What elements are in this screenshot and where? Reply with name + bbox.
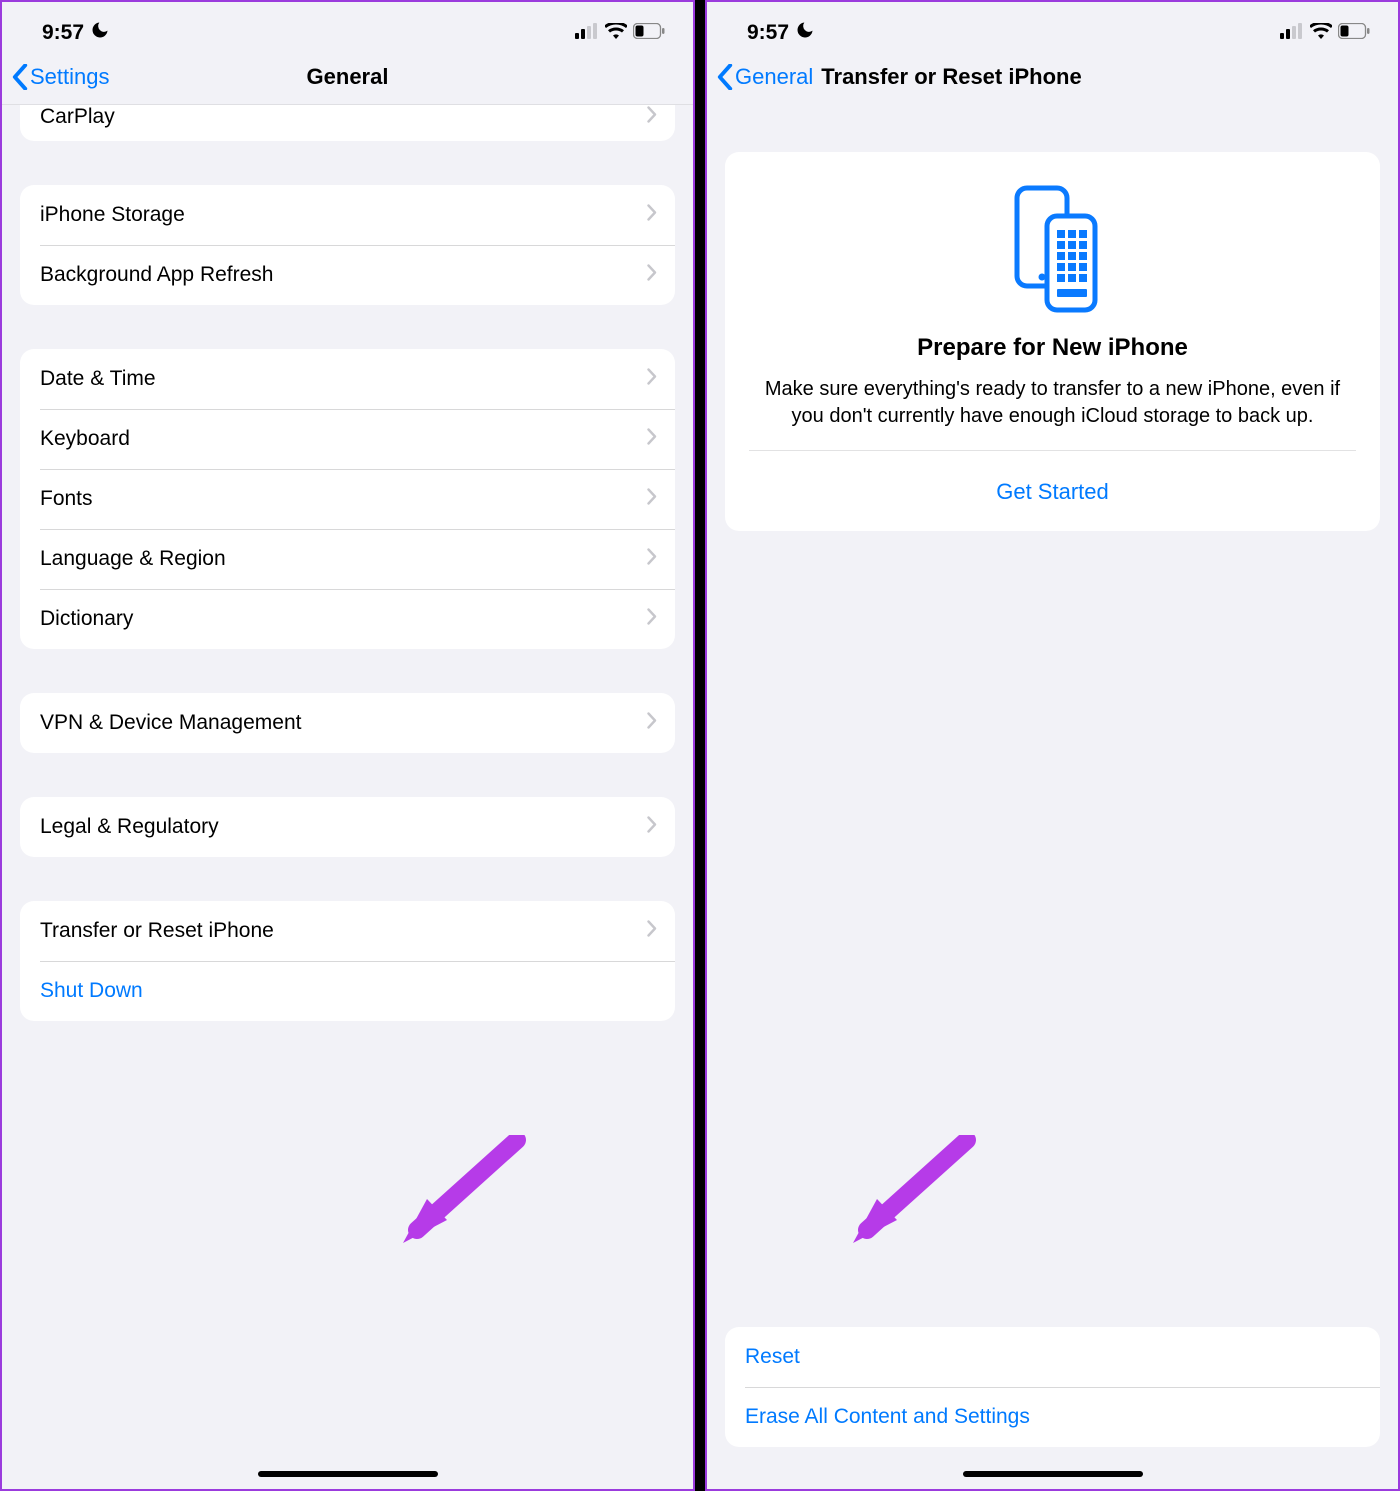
back-button[interactable]: General (717, 64, 813, 90)
row-label: Background App Refresh (40, 263, 647, 287)
row-fonts[interactable]: Fonts (20, 469, 675, 529)
home-indicator (963, 1471, 1143, 1477)
row-label: Date & Time (40, 367, 647, 391)
settings-group: Transfer or Reset iPhone Shut Down (20, 901, 675, 1021)
status-time: 9:57 (747, 21, 789, 45)
card-body: Make sure everything's ready to transfer… (749, 376, 1356, 430)
cellular-signal-icon (575, 21, 599, 45)
home-indicator (258, 1471, 438, 1477)
row-label: Keyboard (40, 427, 647, 451)
chevron-right-icon (647, 367, 657, 391)
card-title: Prepare for New iPhone (749, 334, 1356, 362)
row-date-time[interactable]: Date & Time (20, 349, 675, 409)
row-label: Dictionary (40, 607, 647, 631)
settings-group: Date & Time Keyboard Fonts Language & Re… (20, 349, 675, 649)
phone-transfer-reset: 9:57 General Transfer or Reset iPhone (705, 0, 1400, 1491)
row-dictionary[interactable]: Dictionary (20, 589, 675, 649)
row-label: iPhone Storage (40, 203, 647, 227)
status-time: 9:57 (42, 21, 84, 45)
back-button[interactable]: Settings (12, 64, 110, 90)
row-reset[interactable]: Reset (725, 1327, 1380, 1387)
back-label: Settings (30, 64, 110, 90)
row-carplay[interactable]: CarPlay (20, 105, 675, 141)
chevron-right-icon (647, 919, 657, 943)
settings-group: VPN & Device Management (20, 693, 675, 753)
status-bar: 9:57 (707, 2, 1398, 54)
get-started-button[interactable]: Get Started (749, 450, 1356, 531)
chevron-right-icon (647, 607, 657, 631)
chevron-right-icon (647, 203, 657, 227)
row-transfer-reset[interactable]: Transfer or Reset iPhone (20, 901, 675, 961)
settings-group: Legal & Regulatory (20, 797, 675, 857)
dnd-moon-icon (90, 20, 110, 46)
row-vpn-device-management[interactable]: VPN & Device Management (20, 693, 675, 753)
nav-bar: Settings General (2, 54, 693, 105)
nav-bar: General Transfer or Reset iPhone (707, 54, 1398, 104)
battery-icon (1338, 21, 1370, 45)
chevron-right-icon (647, 711, 657, 735)
row-label: Legal & Regulatory (40, 815, 647, 839)
row-legal-regulatory[interactable]: Legal & Regulatory (20, 797, 675, 857)
chevron-right-icon (647, 487, 657, 511)
cellular-signal-icon (1280, 21, 1304, 45)
settings-group: iPhone Storage Background App Refresh (20, 185, 675, 305)
row-label: VPN & Device Management (40, 711, 647, 735)
prepare-card: Prepare for New iPhone Make sure everyth… (725, 152, 1380, 531)
status-bar: 9:57 (2, 2, 693, 54)
chevron-right-icon (647, 105, 657, 129)
transfer-phones-icon (1003, 184, 1103, 314)
settings-group: CarPlay (20, 105, 675, 141)
row-label: Transfer or Reset iPhone (40, 919, 647, 943)
row-background-app-refresh[interactable]: Background App Refresh (20, 245, 675, 305)
chevron-right-icon (647, 547, 657, 571)
row-label: Language & Region (40, 547, 647, 571)
row-label: Shut Down (40, 979, 657, 1003)
row-iphone-storage[interactable]: iPhone Storage (20, 185, 675, 245)
row-label: Erase All Content and Settings (745, 1405, 1362, 1429)
battery-icon (633, 21, 665, 45)
row-label: Reset (745, 1345, 1362, 1369)
row-label: CarPlay (40, 105, 647, 129)
wifi-icon (605, 21, 627, 45)
page-title: Transfer or Reset iPhone (821, 64, 1081, 90)
chevron-right-icon (647, 427, 657, 451)
row-erase-all[interactable]: Erase All Content and Settings (725, 1387, 1380, 1447)
chevron-right-icon (647, 815, 657, 839)
row-language-region[interactable]: Language & Region (20, 529, 675, 589)
chevron-right-icon (647, 263, 657, 287)
wifi-icon (1310, 21, 1332, 45)
row-keyboard[interactable]: Keyboard (20, 409, 675, 469)
reset-group: Reset Erase All Content and Settings (725, 1327, 1380, 1447)
row-shut-down[interactable]: Shut Down (20, 961, 675, 1021)
row-label: Fonts (40, 487, 647, 511)
dnd-moon-icon (795, 20, 815, 46)
phone-general: 9:57 Settings General CarPlay (0, 0, 695, 1491)
back-label: General (735, 64, 813, 90)
